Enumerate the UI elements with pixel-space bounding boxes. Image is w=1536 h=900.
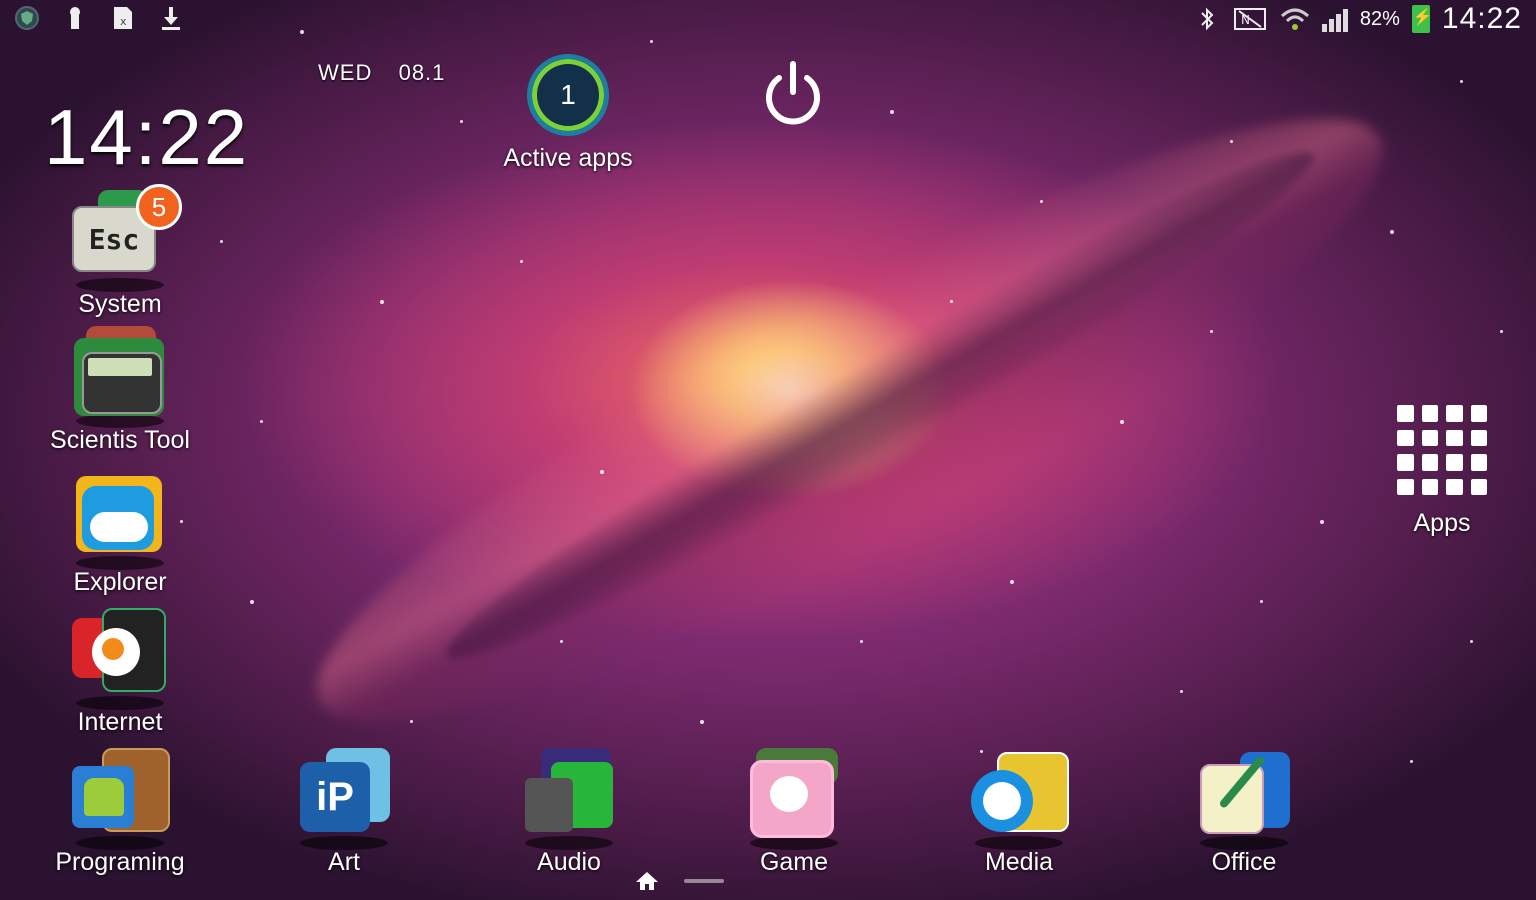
- page-indicator-bar: [684, 879, 724, 883]
- download-icon: [158, 4, 184, 32]
- power-button[interactable]: [757, 58, 829, 130]
- signal-icon: [1321, 6, 1348, 32]
- star: [1120, 420, 1124, 424]
- keyhole-icon: [62, 4, 88, 32]
- star: [1230, 140, 1233, 143]
- star: [220, 240, 223, 243]
- grid-icon: [1397, 405, 1487, 495]
- folder-system[interactable]: Esc 5 System: [30, 184, 210, 319]
- star: [410, 720, 413, 723]
- folder-game[interactable]: Game: [704, 748, 884, 877]
- star: [650, 40, 653, 43]
- star: [1180, 690, 1183, 693]
- active-apps-counter: 1: [527, 54, 609, 136]
- star: [890, 110, 894, 114]
- office-folder-icon: [1196, 748, 1292, 850]
- internet-folder-icon: [72, 608, 168, 710]
- star: [1210, 330, 1213, 333]
- media-folder-icon: [971, 748, 1069, 850]
- audio-folder-icon: [521, 748, 617, 850]
- folder-label: Game: [759, 848, 829, 876]
- star: [1040, 200, 1043, 203]
- star: [950, 300, 953, 303]
- star: [700, 720, 704, 724]
- game-folder-icon: [746, 748, 842, 850]
- folder-audio[interactable]: Audio: [479, 748, 659, 877]
- star: [460, 120, 463, 123]
- weekday: WED: [318, 60, 373, 85]
- star: [600, 470, 604, 474]
- notification-badge: 5: [136, 184, 182, 230]
- folder-art[interactable]: iP Art: [254, 748, 434, 877]
- power-icon: [766, 61, 820, 125]
- status-bar[interactable]: x N 82% 14:22: [0, 0, 1536, 40]
- folder-label: Audio: [537, 848, 601, 876]
- star: [1320, 520, 1324, 524]
- star: [1390, 230, 1394, 234]
- battery-icon: [1411, 5, 1433, 33]
- folder-label: Media: [984, 848, 1054, 876]
- programing-folder-icon: [72, 748, 170, 850]
- status-bar-system: N 82% 14:22: [1194, 2, 1522, 36]
- star: [860, 640, 863, 643]
- calculator-folder-icon: [72, 326, 168, 428]
- system-folder-icon: Esc 5: [72, 184, 182, 292]
- folder-office[interactable]: Office: [1154, 748, 1334, 877]
- nfc-icon: N: [1232, 5, 1268, 33]
- status-bar-time: 14:22: [1441, 2, 1522, 35]
- folder-label: Explorer: [73, 568, 167, 596]
- folder-internet[interactable]: Internet: [30, 608, 210, 737]
- svg-text:x: x: [120, 15, 127, 28]
- bluetooth-icon: [1194, 5, 1220, 33]
- star: [1410, 760, 1413, 763]
- star: [520, 260, 523, 263]
- folder-label: Internet: [77, 708, 163, 736]
- folder-label: System: [78, 290, 162, 318]
- active-apps-widget[interactable]: 1 Active apps: [498, 54, 638, 173]
- galaxy-wallpaper-dust: [424, 116, 1336, 694]
- folder-label: Art: [328, 848, 360, 876]
- shield-icon: [14, 4, 40, 32]
- sim-card-icon: x: [110, 4, 136, 32]
- date-widget[interactable]: WED 08.1: [318, 60, 445, 86]
- folder-label: Programing: [55, 848, 185, 876]
- apps-drawer-button[interactable]: Apps: [1394, 405, 1490, 538]
- folder-label: Office: [1211, 848, 1277, 876]
- folder-explorer[interactable]: Explorer: [30, 468, 210, 597]
- folder-label: Scientis Tool: [50, 426, 190, 454]
- star: [1460, 80, 1463, 83]
- clock-widget[interactable]: 14:22: [44, 92, 249, 183]
- status-bar-notifications: x: [14, 4, 184, 32]
- folder-programing[interactable]: Programing: [30, 748, 210, 877]
- art-folder-icon: iP: [296, 748, 392, 850]
- home-icon[interactable]: [634, 870, 660, 892]
- battery-percent: 82%: [1359, 7, 1400, 30]
- star: [560, 640, 563, 643]
- star: [1260, 600, 1263, 603]
- active-apps-label: Active apps: [503, 144, 633, 172]
- star: [380, 300, 384, 304]
- explorer-folder-icon: [72, 468, 168, 570]
- folder-media[interactable]: Media: [929, 748, 1109, 877]
- apps-label: Apps: [1413, 509, 1471, 537]
- date: 08.1: [398, 60, 446, 85]
- wifi-icon: [1280, 5, 1310, 33]
- active-apps-count: 1: [560, 79, 576, 110]
- star: [1500, 330, 1503, 333]
- page-indicator[interactable]: [634, 870, 724, 892]
- star: [260, 420, 263, 423]
- star: [250, 600, 254, 604]
- star: [1010, 580, 1014, 584]
- folder-scientis-tool[interactable]: Scientis Tool: [30, 326, 210, 455]
- star: [1470, 640, 1473, 643]
